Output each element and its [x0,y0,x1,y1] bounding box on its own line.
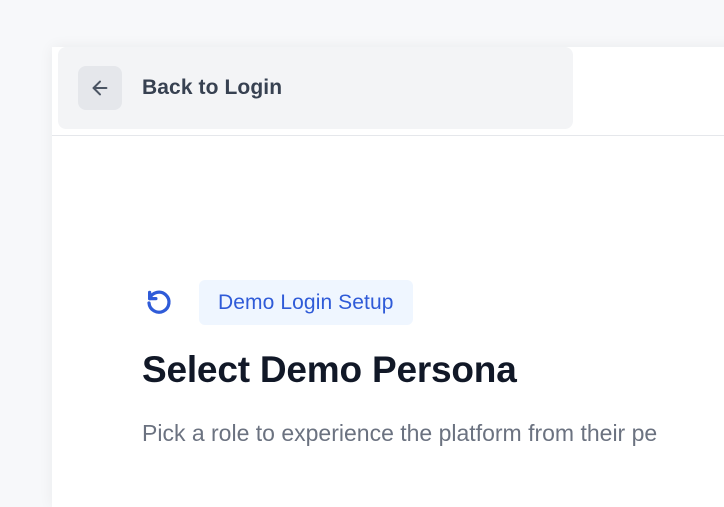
page-title: Select Demo Persona [142,349,517,390]
arrow-left-icon [92,80,108,96]
demo-login-badge: Demo Login Setup [199,280,413,325]
page-header: Back to Login [52,47,724,136]
refresh-icon [142,286,176,320]
eyebrow-row: Demo Login Setup [142,280,413,325]
back-to-login-button[interactable]: Back to Login [58,47,573,129]
back-to-login-label: Back to Login [142,76,283,99]
persona-card: Back to Login Demo Login Setup Select De… [52,47,724,507]
page-subtitle: Pick a role to experience the platform f… [142,420,658,446]
back-icon-container [78,66,122,110]
